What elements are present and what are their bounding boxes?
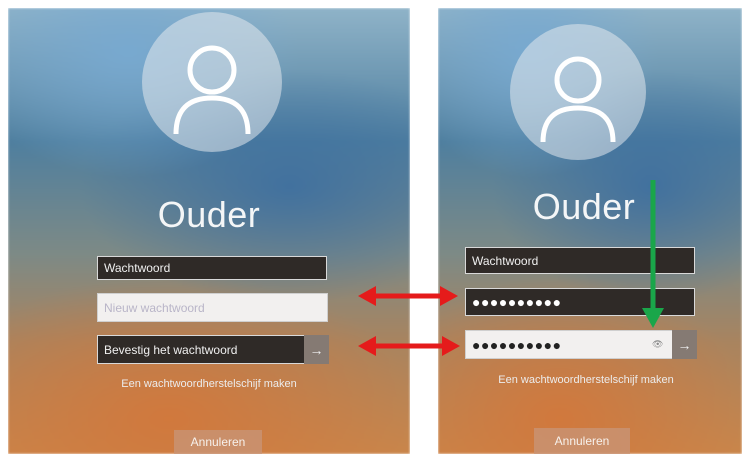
confirm-password-field[interactable]: ●●●●●●●●●● xyxy=(465,330,672,359)
username-label: Ouder xyxy=(532,186,636,227)
username-label: Ouder xyxy=(157,194,261,235)
new-password-field[interactable]: ●●●●●●●●●● xyxy=(465,288,695,316)
reveal-password-icon[interactable]: 👁 xyxy=(652,339,663,350)
login-screen-left: Ouder Wachtwoord Nieuw wachtwoord Bevest… xyxy=(8,8,410,454)
new-password-field[interactable]: Nieuw wachtwoord xyxy=(97,293,328,322)
submit-arrow-button[interactable]: → xyxy=(672,330,697,359)
cancel-button[interactable]: Annuleren xyxy=(534,428,630,454)
submit-arrow-button[interactable]: → xyxy=(304,335,329,364)
user-avatar xyxy=(510,24,646,160)
cancel-button[interactable]: Annuleren xyxy=(174,430,262,454)
user-icon xyxy=(540,56,616,143)
old-password-field[interactable]: Wachtwoord xyxy=(465,247,695,274)
user-avatar xyxy=(142,12,282,152)
confirm-password-field[interactable]: Bevestig het wachtwoord xyxy=(97,335,304,364)
create-reset-disk-link[interactable]: Een wachtwoordherstelschijf maken xyxy=(8,378,410,390)
login-screen-right: Ouder Wachtwoord ●●●●●●●●●● ●●●●●●●●●● 👁… xyxy=(438,8,742,454)
old-password-field[interactable]: Wachtwoord xyxy=(97,256,327,280)
user-icon xyxy=(173,45,251,135)
create-reset-disk-link[interactable]: Een wachtwoordherstelschijf maken xyxy=(438,374,738,386)
